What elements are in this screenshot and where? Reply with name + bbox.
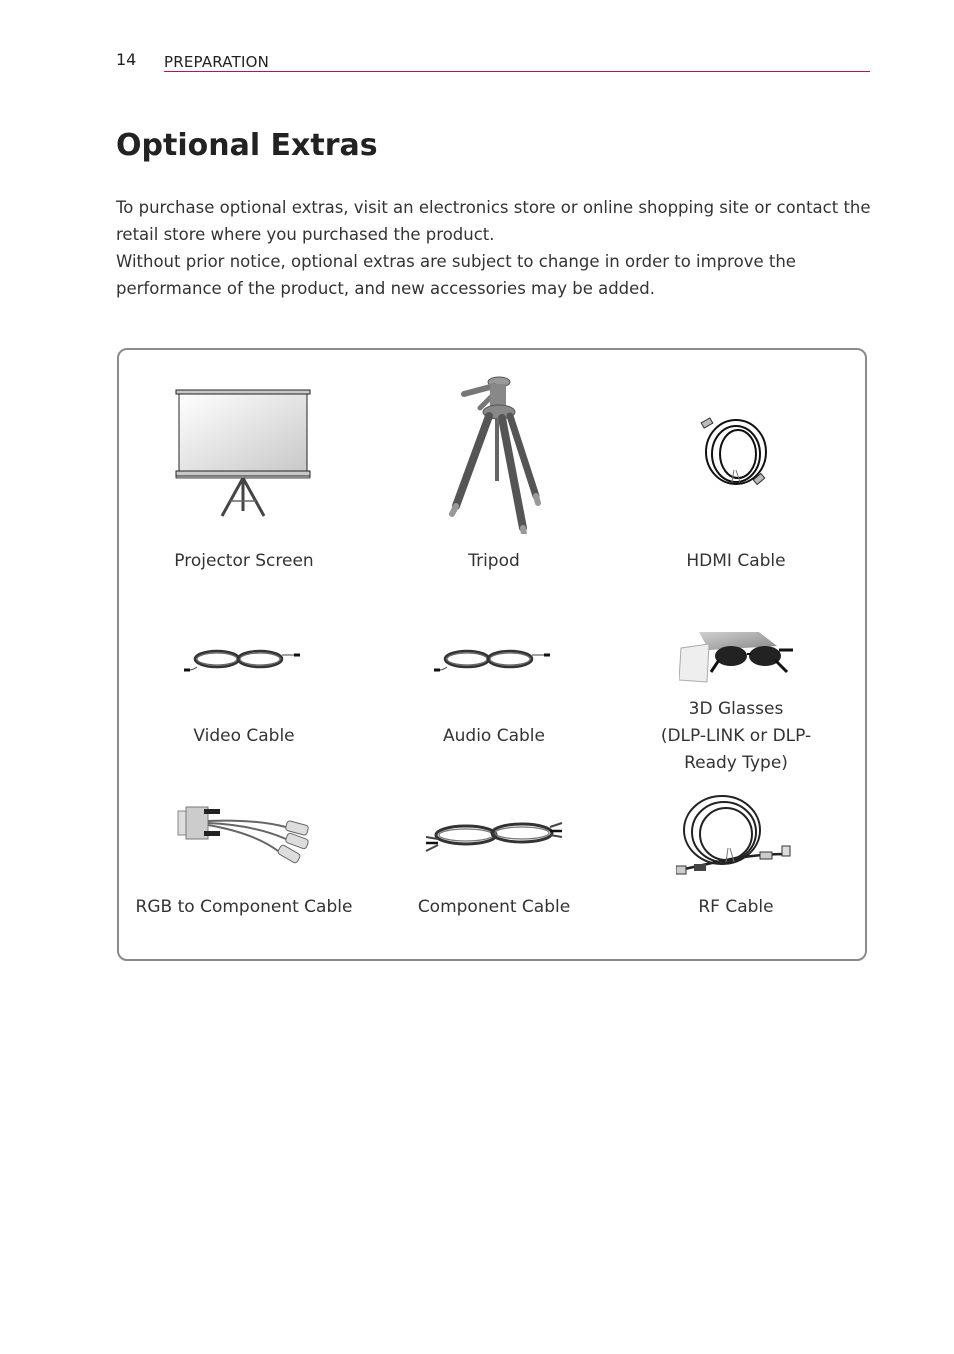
header-rule	[164, 71, 870, 72]
tripod-icon	[449, 376, 541, 534]
intro-text: To purchase optional extras, visit an el…	[116, 194, 876, 302]
hdmi-cable-icon	[700, 417, 767, 486]
extra-label: RGB to Component Cable	[135, 897, 353, 917]
projector-screen-icon	[175, 389, 311, 517]
extra-label: Video Cable	[193, 726, 295, 746]
extra-label-line-3: Ready Type)	[684, 753, 788, 773]
extra-label: Projector Screen	[174, 551, 314, 571]
3d-glasses-icon	[678, 632, 793, 683]
extra-label: RF Cable	[698, 897, 774, 917]
rf-cable-icon	[676, 795, 791, 875]
extra-label: HDMI Cable	[686, 551, 786, 571]
extra-label: Tripod	[468, 551, 520, 571]
optional-extras-box: Projector Screen Tripod HDMI Cable Video…	[117, 348, 867, 961]
page-number: 14	[116, 50, 137, 69]
page-title: Optional Extras	[116, 128, 378, 163]
intro-paragraph-2: Without prior notice, optional extras ar…	[116, 252, 796, 298]
extra-label-line-2: (DLP-LINK or DLP-	[660, 726, 812, 746]
rgb-component-cable-icon	[177, 806, 309, 864]
extra-label: Component Cable	[417, 897, 571, 917]
section-label: PREPARATION	[164, 53, 270, 71]
extra-label: Audio Cable	[443, 726, 545, 746]
extra-label: 3D Glasses	[688, 699, 784, 719]
audio-cable-icon	[434, 649, 550, 672]
intro-paragraph-1: To purchase optional extras, visit an el…	[116, 198, 871, 244]
component-cable-icon	[425, 822, 563, 852]
video-cable-icon	[184, 649, 300, 672]
